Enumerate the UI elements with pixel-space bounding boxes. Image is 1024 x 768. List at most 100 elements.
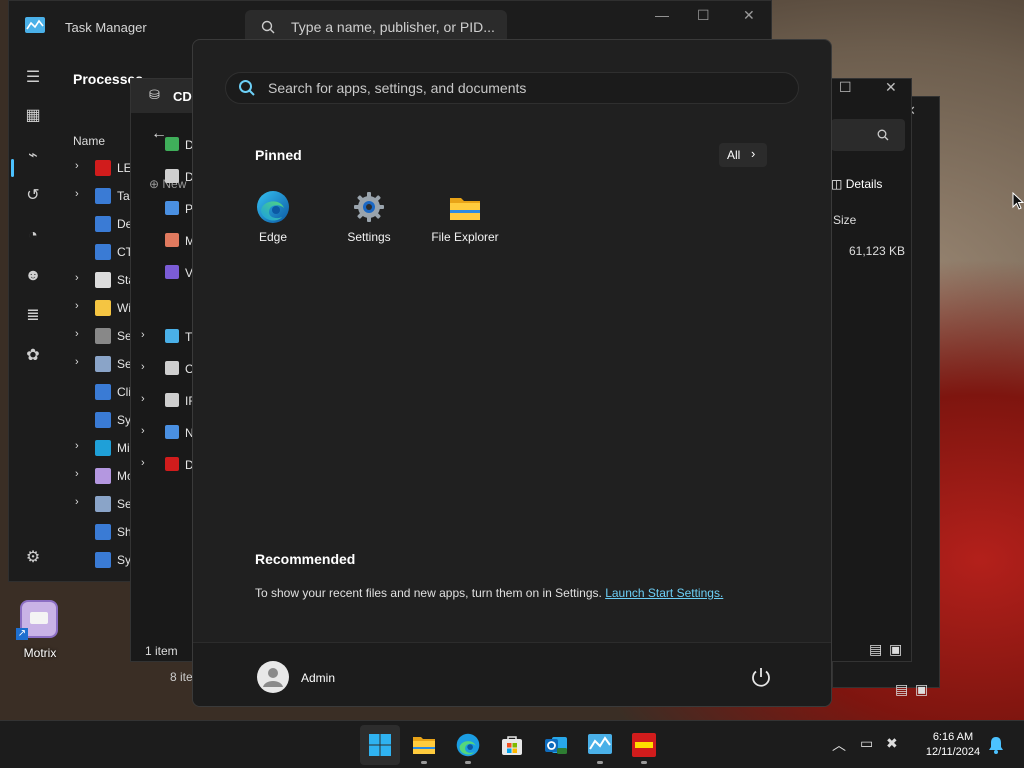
status-bar-text: 1 item — [145, 644, 178, 658]
file-explorer-icon — [450, 198, 480, 220]
network-icon[interactable]: ▭ — [860, 735, 873, 752]
running-indicator — [597, 761, 603, 764]
settings-gear-icon[interactable]: ⚙ — [22, 547, 44, 569]
nav-pane-item[interactable]: Videos — [163, 259, 195, 287]
nav-pane-item[interactable]: ›Network — [137, 419, 195, 447]
close-icon[interactable]: ✕ — [885, 79, 897, 96]
column-header-size[interactable]: Size — [833, 213, 856, 227]
lego-icon — [632, 733, 656, 757]
start-search-input[interactable]: Search for apps, settings, and documents — [225, 72, 799, 104]
power-icon[interactable] — [749, 665, 773, 689]
taskbar-outlook[interactable] — [536, 725, 576, 765]
chevron-right-icon[interactable]: › — [75, 356, 79, 368]
search-placeholder: Search for apps, settings, and documents — [268, 80, 527, 96]
details-icon[interactable]: ≣ — [22, 305, 44, 327]
chevron-right-icon[interactable]: › — [75, 300, 79, 312]
nav-pane-item[interactable]: Music — [163, 227, 195, 255]
start-icon — [369, 734, 391, 756]
chevron-right-icon[interactable]: › — [75, 440, 79, 452]
process-icon — [95, 356, 111, 372]
chevron-right-icon[interactable]: › — [75, 160, 79, 172]
users-icon[interactable]: ☻ — [22, 265, 44, 287]
all-apps-button[interactable]: All › — [719, 143, 767, 167]
chevron-right-icon[interactable]: › — [141, 361, 145, 373]
desktop-shortcut-motrix[interactable]: ↗ Motrix — [16, 600, 64, 664]
running-indicator — [465, 761, 471, 764]
folder-icon — [165, 201, 179, 215]
user-avatar[interactable] — [257, 661, 289, 693]
recommended-text: To show your recent files and new apps, … — [255, 586, 602, 600]
nav-pane-item[interactable]: ›CD Drive — [137, 355, 195, 383]
chevron-right-icon[interactable]: › — [141, 457, 145, 469]
pinned-app-edge[interactable]: Edge — [225, 190, 321, 250]
chevron-right-icon[interactable]: › — [75, 468, 79, 480]
search-placeholder: Type a name, publisher, or PID... — [291, 19, 495, 35]
process-icon — [95, 328, 111, 344]
view-toggle[interactable]: ▤ ▣ — [893, 681, 933, 703]
start-button[interactable] — [360, 725, 400, 765]
startup-apps-icon[interactable]: ◔ — [22, 225, 44, 247]
process-icon — [95, 524, 111, 540]
list-view-icon[interactable]: ▤ — [895, 681, 908, 698]
launch-start-settings-link[interactable]: Launch Start Settings. — [605, 586, 723, 600]
taskbar-file-explorer[interactable] — [404, 725, 444, 765]
chevron-right-icon[interactable]: › — [75, 328, 79, 340]
pinned-app-file-explorer[interactable]: File Explorer — [417, 190, 513, 250]
nav-pane-item[interactable]: Downloads — [163, 131, 195, 159]
pinned-heading: Pinned — [255, 147, 302, 163]
column-header-name[interactable]: Name — [73, 134, 105, 148]
task-manager-icon — [588, 734, 612, 754]
taskbar-task-manager[interactable] — [580, 725, 620, 765]
view-toggle[interactable]: ▤ ▣ — [867, 641, 911, 661]
nav-pane-item[interactable]: Pictures — [163, 195, 195, 223]
nav-pane-item[interactable]: ›DVD — [137, 451, 195, 479]
services-icon[interactable]: ✿ — [22, 345, 44, 367]
tab-cd[interactable]: ⛁ CD — [131, 79, 201, 113]
close-icon[interactable]: ✕ — [743, 7, 755, 24]
details-label: Details — [845, 177, 883, 191]
chevron-up-icon[interactable]: ︿ — [832, 735, 846, 755]
performance-icon[interactable]: ⌁ — [22, 145, 44, 167]
notification-bell-icon[interactable] — [988, 736, 1004, 754]
volume-muted-icon[interactable]: ✖ — [886, 735, 898, 752]
user-name[interactable]: Admin — [301, 671, 335, 685]
list-view-icon[interactable]: ▤ — [869, 641, 882, 658]
processes-icon[interactable]: ▦ — [22, 105, 44, 127]
chevron-right-icon[interactable]: › — [141, 393, 145, 405]
edge-icon — [257, 191, 289, 223]
chevron-right-icon[interactable]: › — [75, 496, 79, 508]
chevron-right-icon: › — [751, 146, 756, 161]
maximize-icon[interactable]: ☐ — [839, 79, 852, 96]
tiles-view-icon[interactable]: ▣ — [915, 681, 928, 698]
minimize-icon[interactable]: — — [655, 7, 669, 23]
search-icon — [239, 80, 255, 96]
start-menu[interactable]: Search for apps, settings, and documents… — [192, 39, 832, 707]
folder-icon — [165, 233, 179, 247]
pinned-app-settings[interactable]: Settings — [321, 190, 417, 250]
all-apps-label: All — [727, 148, 741, 162]
chevron-right-icon[interactable]: › — [141, 329, 145, 341]
explorer-search-box[interactable] — [831, 119, 905, 151]
maximize-icon[interactable]: ☐ — [697, 7, 710, 24]
hamburger-menu-icon[interactable]: ☰ — [22, 67, 44, 89]
nav-pane-item[interactable]: › IF — [137, 387, 195, 415]
taskbar-store[interactable] — [492, 725, 532, 765]
folder-icon — [165, 425, 179, 439]
details-pane-button[interactable]: ◫ Details — [831, 177, 882, 191]
taskbar-lego[interactable] — [624, 725, 664, 765]
folder-icon — [165, 457, 179, 471]
app-history-icon[interactable]: ↺ — [22, 185, 44, 207]
chevron-right-icon[interactable]: › — [141, 425, 145, 437]
folder-icon — [165, 393, 179, 407]
clock[interactable]: 6:16 AM 12/11/2024 — [918, 730, 988, 760]
file-explorer-icon — [413, 737, 435, 754]
chevron-right-icon[interactable]: › — [75, 272, 79, 284]
folder-icon — [165, 169, 179, 183]
nav-pane-item[interactable]: Documents — [163, 163, 195, 191]
tiles-view-icon[interactable]: ▣ — [889, 641, 902, 658]
process-icon — [95, 496, 111, 512]
taskbar-edge[interactable] — [448, 725, 488, 765]
chevron-right-icon[interactable]: › — [75, 188, 79, 200]
nav-pane-item[interactable]: ›This PC — [137, 323, 195, 351]
shortcut-arrow-icon: ↗ — [16, 628, 28, 640]
